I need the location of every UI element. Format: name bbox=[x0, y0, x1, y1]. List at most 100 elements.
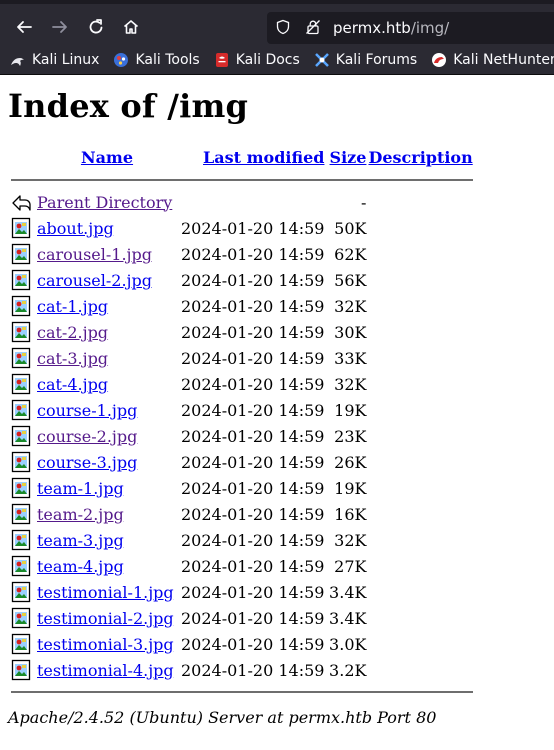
file-link[interactable]: team-4.jpg bbox=[37, 557, 124, 576]
file-link[interactable]: testimonial-1.jpg bbox=[37, 583, 174, 602]
file-link[interactable]: team-2.jpg bbox=[37, 505, 124, 524]
file-link[interactable]: team-1.jpg bbox=[37, 479, 124, 498]
back-button[interactable] bbox=[10, 13, 38, 41]
file-name-cell: course-1.jpg bbox=[37, 397, 177, 423]
bookmark-kali-forums[interactable]: Kali Forums bbox=[314, 52, 417, 68]
sort-by-size-link[interactable]: Size bbox=[330, 148, 367, 167]
kali-dragon-icon bbox=[10, 52, 26, 68]
file-link[interactable]: cat-3.jpg bbox=[37, 349, 108, 368]
file-row: course-1.jpg 2024-01-20 14:59 19K bbox=[11, 397, 473, 423]
file-size: 19K bbox=[334, 478, 367, 498]
page-title: Index of /img bbox=[8, 87, 249, 125]
bookmark-kali-nethunter[interactable]: Kali NetHunter bbox=[431, 52, 554, 68]
arrow-left-icon bbox=[17, 21, 32, 33]
file-name-cell: course-2.jpg bbox=[37, 423, 177, 449]
file-link[interactable]: carousel-1.jpg bbox=[37, 245, 152, 264]
file-modified: 2024-01-20 14:59 bbox=[181, 400, 325, 420]
file-modified: 2024-01-20 14:59 bbox=[181, 478, 325, 498]
image-file-icon bbox=[11, 241, 35, 267]
image-file-icon bbox=[11, 527, 35, 553]
url-path: /img/ bbox=[410, 19, 450, 37]
not-secure-lock-icon[interactable] bbox=[305, 19, 323, 37]
file-modified: 2024-01-20 14:59 bbox=[181, 270, 325, 290]
file-size: 30K bbox=[334, 322, 367, 342]
shield-icon[interactable] bbox=[275, 19, 293, 37]
sort-by-last-modified-link[interactable]: Last modified bbox=[203, 148, 324, 167]
file-name-cell: cat-2.jpg bbox=[37, 319, 177, 345]
file-row: team-4.jpg 2024-01-20 14:59 27K bbox=[11, 553, 473, 579]
reload-icon bbox=[89, 19, 103, 34]
file-name-cell: carousel-1.jpg bbox=[37, 241, 177, 267]
bookmark-label: Kali Docs bbox=[235, 52, 300, 68]
file-link[interactable]: testimonial-4.jpg bbox=[37, 661, 174, 680]
file-modified: 2024-01-20 14:59 bbox=[181, 218, 325, 238]
file-description bbox=[368, 579, 472, 605]
file-description bbox=[368, 475, 472, 501]
file-description bbox=[368, 527, 472, 553]
image-file-icon bbox=[11, 345, 35, 371]
home-button[interactable] bbox=[117, 13, 145, 41]
image-file-icon bbox=[11, 657, 35, 683]
forward-button[interactable] bbox=[46, 13, 74, 41]
file-description bbox=[368, 631, 472, 657]
file-link[interactable]: about.jpg bbox=[37, 219, 114, 238]
file-modified: 2024-01-20 14:59 bbox=[181, 530, 325, 550]
file-link[interactable]: course-2.jpg bbox=[37, 427, 137, 446]
bookmarks-bar: Kali Linux Kali Tools Kali Docs Kali For… bbox=[0, 46, 554, 75]
file-link[interactable]: course-1.jpg bbox=[37, 401, 137, 420]
file-link[interactable]: testimonial-3.jpg bbox=[37, 635, 174, 654]
file-link[interactable]: cat-2.jpg bbox=[37, 323, 108, 342]
file-name-cell: about.jpg bbox=[37, 215, 177, 241]
file-link[interactable]: team-3.jpg bbox=[37, 531, 124, 550]
file-row: testimonial-4.jpg 2024-01-20 14:59 3.2K bbox=[11, 657, 473, 683]
image-file-icon bbox=[11, 267, 35, 293]
bookmark-label: Kali NetHunter bbox=[453, 52, 554, 68]
image-file-icon bbox=[11, 605, 35, 631]
file-row: cat-2.jpg 2024-01-20 14:59 30K bbox=[11, 319, 473, 345]
bookmark-label: Kali Linux bbox=[32, 52, 100, 68]
file-size: 56K bbox=[334, 270, 367, 290]
file-link[interactable]: carousel-2.jpg bbox=[37, 271, 152, 290]
file-description bbox=[368, 657, 472, 683]
sort-by-description-link[interactable]: Description bbox=[368, 148, 472, 167]
bookmark-kali-tools[interactable]: Kali Tools bbox=[113, 52, 200, 68]
file-name-cell: team-4.jpg bbox=[37, 553, 177, 579]
file-link[interactable]: cat-4.jpg bbox=[37, 375, 108, 394]
arrow-right-icon bbox=[52, 21, 67, 33]
file-description bbox=[368, 215, 472, 241]
parent-directory-link[interactable]: Parent Directory bbox=[37, 193, 172, 212]
image-file-icon bbox=[11, 579, 35, 605]
file-link[interactable]: cat-1.jpg bbox=[37, 297, 108, 316]
file-description bbox=[368, 423, 472, 449]
file-modified: 2024-01-20 14:59 bbox=[181, 608, 325, 628]
file-link[interactable]: course-3.jpg bbox=[37, 453, 137, 472]
bookmark-kali-linux[interactable]: Kali Linux bbox=[10, 52, 99, 68]
file-modified: 2024-01-20 14:59 bbox=[181, 244, 325, 264]
file-link[interactable]: testimonial-2.jpg bbox=[37, 609, 174, 628]
url-text[interactable]: permx.htb/img/ bbox=[333, 19, 449, 37]
file-description bbox=[368, 553, 472, 579]
image-file-icon bbox=[11, 501, 35, 527]
file-size: 3.4K bbox=[329, 582, 367, 602]
image-file-icon bbox=[11, 423, 35, 449]
kali-nethunter-icon bbox=[431, 52, 447, 68]
file-row: about.jpg 2024-01-20 14:59 50K bbox=[11, 215, 473, 241]
file-row: testimonial-1.jpg 2024-01-20 14:59 3.4K bbox=[11, 579, 473, 605]
file-name-cell: team-1.jpg bbox=[37, 475, 177, 501]
file-description bbox=[368, 371, 472, 397]
image-file-icon bbox=[11, 449, 35, 475]
address-bar[interactable]: permx.htb/img/ bbox=[267, 12, 554, 44]
back-arrow-icon bbox=[11, 189, 35, 215]
file-description bbox=[368, 501, 472, 527]
file-row: team-3.jpg 2024-01-20 14:59 32K bbox=[11, 527, 473, 553]
file-size: 16K bbox=[334, 504, 367, 524]
reload-button[interactable] bbox=[82, 13, 110, 41]
sort-by-name-link[interactable]: Name bbox=[81, 148, 133, 167]
bookmark-kali-docs[interactable]: Kali Docs bbox=[214, 52, 300, 68]
file-description bbox=[368, 397, 472, 423]
file-description bbox=[368, 605, 472, 631]
directory-listing: Name Last modified Size Description Pare… bbox=[9, 143, 475, 701]
url-host: permx.htb bbox=[333, 19, 411, 37]
image-file-icon bbox=[11, 293, 35, 319]
file-modified: 2024-01-20 14:59 bbox=[181, 634, 325, 654]
